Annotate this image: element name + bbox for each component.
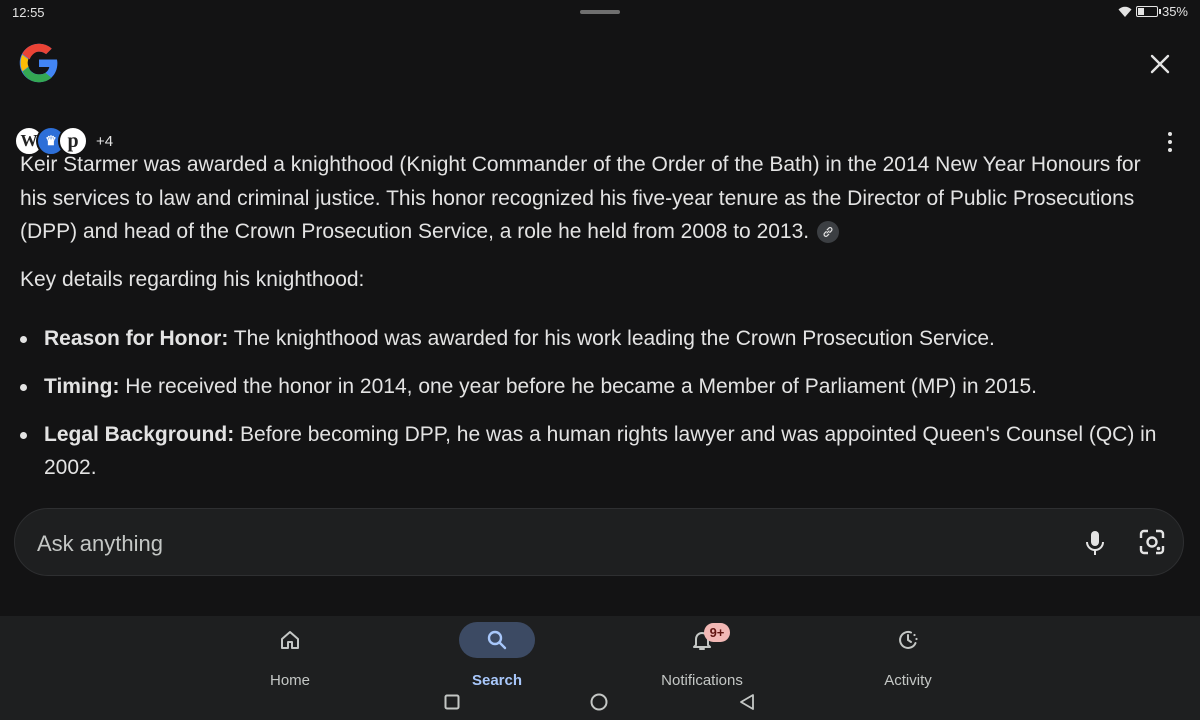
ask-input[interactable] (35, 529, 939, 559)
list-item: Reason for Honor: The knighthood was awa… (20, 322, 1170, 355)
bullet-label: Reason for Honor: (44, 327, 229, 350)
search-icon (459, 622, 535, 658)
mic-icon[interactable] (1083, 529, 1107, 557)
status-icons: 35% (1118, 4, 1188, 19)
nav-label-activity: Activity (884, 672, 932, 689)
battery-icon (1135, 6, 1161, 17)
answer-paragraph: Keir Starmer was awarded a knighthood (K… (20, 153, 1141, 243)
activity-icon (870, 622, 946, 658)
more-sources-count: +4 (96, 132, 114, 150)
bullet-label: Timing: (44, 375, 120, 398)
list-item: Legal Background: Before becoming DPP, h… (20, 418, 1170, 484)
lens-icon[interactable] (1139, 529, 1165, 555)
bullet-label: Legal Background: (44, 423, 235, 446)
close-icon[interactable] (1148, 52, 1172, 76)
status-time: 12:55 (12, 5, 45, 20)
nav-item-search[interactable]: Search (437, 622, 557, 689)
nav-label-home: Home (269, 672, 310, 689)
wifi-icon (1118, 6, 1132, 18)
key-details-heading: Key details regarding his knighthood: (20, 268, 365, 291)
back-icon[interactable] (738, 693, 756, 711)
nav-item-notifications[interactable]: 9+ Notifications (642, 622, 762, 689)
home-icon (252, 622, 328, 658)
nav-label-search: Search (471, 672, 523, 689)
battery-percent: 35% (1161, 4, 1188, 19)
recents-icon[interactable] (444, 694, 460, 710)
bell-icon: 9+ (664, 622, 740, 658)
home-system-icon[interactable] (590, 693, 608, 711)
nav-item-home[interactable]: Home (230, 622, 350, 689)
nav-label-notifications: Notifications (661, 672, 743, 689)
link-icon[interactable] (817, 221, 840, 244)
google-g-logo (19, 43, 58, 83)
drag-handle[interactable] (580, 10, 620, 14)
status-bar: 12:55 35% (0, 0, 1200, 26)
notification-badge: 9+ (704, 623, 730, 642)
bottom-nav: Home Search 9+ Notifications Activity (0, 616, 1200, 720)
answer-text: Keir Starmer was awarded a knighthood (K… (20, 148, 1170, 249)
list-item: Timing: He received the honor in 2014, o… (20, 370, 1170, 403)
details-list: Reason for Honor: The knighthood was awa… (20, 322, 1170, 499)
bullet-text: The knighthood was awarded for his work … (228, 327, 995, 350)
bullet-text: He received the honor in 2014, one year … (119, 375, 1037, 398)
ask-bar (14, 508, 1184, 576)
nav-item-activity[interactable]: Activity (848, 622, 968, 689)
